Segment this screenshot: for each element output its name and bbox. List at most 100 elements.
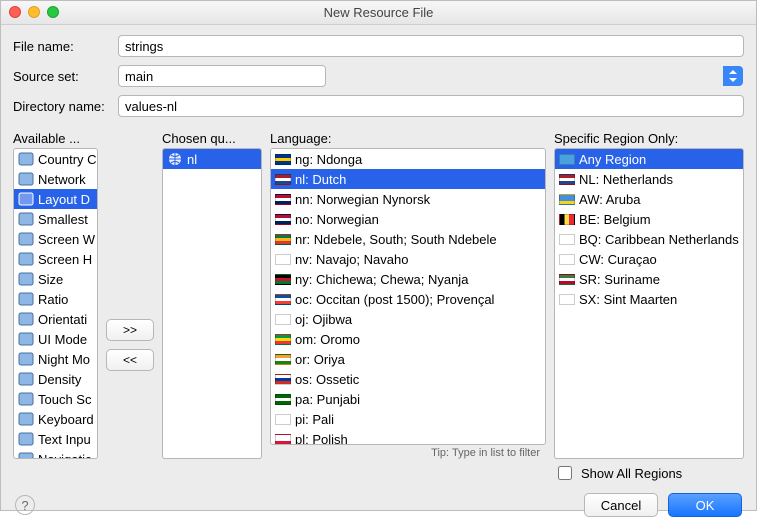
list-item-label: BE: Belgium	[579, 212, 651, 227]
list-item[interactable]: Orientati	[14, 309, 97, 329]
flag-icon	[275, 194, 291, 205]
list-item[interactable]: Any Region	[555, 149, 743, 169]
flag-icon	[559, 294, 575, 305]
list-item[interactable]: SR: Suriname	[555, 269, 743, 289]
available-label: Available ...	[13, 131, 98, 146]
list-item[interactable]: Ratio	[14, 289, 97, 309]
touch-screen-icon	[18, 392, 34, 406]
navigation-state-icon	[18, 452, 34, 459]
list-item-label: nl	[187, 152, 197, 167]
list-item[interactable]: UI Mode	[14, 329, 97, 349]
source-set-dropdown[interactable]	[118, 65, 744, 87]
list-item[interactable]: Country C	[14, 149, 97, 169]
flag-icon	[275, 434, 291, 445]
list-item[interactable]: no: Norwegian	[271, 209, 545, 229]
list-item-label: Orientati	[38, 312, 87, 327]
list-item-label: Network	[38, 172, 86, 187]
list-item[interactable]: Network	[14, 169, 97, 189]
list-item[interactable]: Navigatic	[14, 449, 97, 459]
screen-height-icon	[18, 252, 34, 266]
flag-icon	[275, 354, 291, 365]
list-item-label: Screen W	[38, 232, 95, 247]
available-qualifiers-column: Available ... Country C Network Layout DSm…	[13, 131, 98, 459]
flag-icon	[559, 234, 575, 245]
list-item-label: UI Mode	[38, 332, 87, 347]
list-item[interactable]: om: Oromo	[271, 329, 545, 349]
list-item[interactable]: AW: Aruba	[555, 189, 743, 209]
list-item[interactable]: nv: Navajo; Navaho	[271, 249, 545, 269]
flag-icon	[275, 374, 291, 385]
list-item[interactable]: pl: Polish	[271, 429, 545, 445]
list-item[interactable]: pi: Pali	[271, 409, 545, 429]
list-item[interactable]: Smallest	[14, 209, 97, 229]
show-all-regions-checkbox[interactable]	[558, 466, 572, 480]
chosen-label: Chosen qu...	[162, 131, 262, 146]
list-item[interactable]: BE: Belgium	[555, 209, 743, 229]
directory-name-label: Directory name:	[13, 99, 118, 114]
chosen-list[interactable]: nl	[162, 148, 262, 459]
list-item-label: os: Ossetic	[295, 372, 359, 387]
remove-label: <<	[123, 353, 137, 367]
list-item[interactable]: oj: Ojibwa	[271, 309, 545, 329]
dialog-window: New Resource File File name: Source set:…	[0, 0, 757, 511]
list-item[interactable]: Night Mo	[14, 349, 97, 369]
list-item[interactable]: Screen H	[14, 249, 97, 269]
available-list[interactable]: Country C Network Layout DSmallest Screen W…	[13, 148, 98, 459]
list-item[interactable]: nl	[163, 149, 261, 169]
chevron-updown-icon[interactable]	[723, 66, 743, 86]
flag-icon	[559, 214, 575, 225]
remove-qualifier-button[interactable]: <<	[106, 349, 154, 371]
flag-icon	[275, 254, 291, 265]
source-set-value[interactable]	[118, 65, 326, 87]
show-all-regions-row[interactable]: Show All Regions	[554, 463, 744, 483]
list-item-label: pa: Punjabi	[295, 392, 360, 407]
list-item[interactable]: nl: Dutch	[271, 169, 545, 189]
list-item-label: nn: Norwegian Nynorsk	[295, 192, 430, 207]
size-icon	[18, 272, 34, 286]
region-label: Specific Region Only:	[554, 131, 744, 146]
footer: ? Cancel OK	[1, 483, 756, 527]
window-controls	[9, 6, 59, 18]
country-code-icon	[18, 152, 34, 166]
flag-icon	[559, 254, 575, 265]
list-item[interactable]: Size	[14, 269, 97, 289]
zoom-icon[interactable]	[47, 6, 59, 18]
file-name-input[interactable]	[118, 35, 744, 57]
list-item[interactable]: os: Ossetic	[271, 369, 545, 389]
list-item[interactable]: Screen W	[14, 229, 97, 249]
list-item[interactable]: oc: Occitan (post 1500); Provençal	[271, 289, 545, 309]
list-item[interactable]: or: Oriya	[271, 349, 545, 369]
list-item-label: Country C	[38, 152, 97, 167]
help-button[interactable]: ?	[15, 495, 35, 515]
list-item[interactable]: BQ: Caribbean Netherlands	[555, 229, 743, 249]
ok-button[interactable]: OK	[668, 493, 742, 517]
list-item[interactable]: CW: Curaçao	[555, 249, 743, 269]
list-item[interactable]: Keyboard	[14, 409, 97, 429]
list-item[interactable]: nr: Ndebele, South; South Ndebele	[271, 229, 545, 249]
list-item[interactable]: Text Inpu	[14, 429, 97, 449]
directory-name-input[interactable]	[118, 95, 744, 117]
list-item[interactable]: ny: Chichewa; Chewa; Nyanja	[271, 269, 545, 289]
list-item[interactable]: nn: Norwegian Nynorsk	[271, 189, 545, 209]
list-item[interactable]: pa: Punjabi	[271, 389, 545, 409]
window-title: New Resource File	[324, 5, 434, 20]
list-item[interactable]: SX: Sint Maarten	[555, 289, 743, 309]
list-item-label: pl: Polish	[295, 432, 348, 446]
list-item[interactable]: Density	[14, 369, 97, 389]
list-item-label: nv: Navajo; Navaho	[295, 252, 408, 267]
minimize-icon[interactable]	[28, 6, 40, 18]
list-item[interactable]: ng: Ndonga	[271, 149, 545, 169]
cancel-button[interactable]: Cancel	[584, 493, 658, 517]
list-item[interactable]: Touch Sc	[14, 389, 97, 409]
body-area: Available ... Country C Network Layout DSm…	[1, 131, 756, 459]
region-list[interactable]: Any RegionNL: NetherlandsAW: Aruba BE: Be…	[554, 148, 744, 459]
list-item-label: Screen H	[38, 252, 92, 267]
add-label: >>	[123, 323, 137, 337]
language-list[interactable]: ng: Ndonganl: Dutch nn: Norwegian Nynorsk…	[270, 148, 546, 445]
flag-icon	[275, 154, 291, 165]
list-item[interactable]: Layout D	[14, 189, 97, 209]
list-item[interactable]: NL: Netherlands	[555, 169, 743, 189]
flag-icon	[559, 154, 575, 165]
add-qualifier-button[interactable]: >>	[106, 319, 154, 341]
close-icon[interactable]	[9, 6, 21, 18]
